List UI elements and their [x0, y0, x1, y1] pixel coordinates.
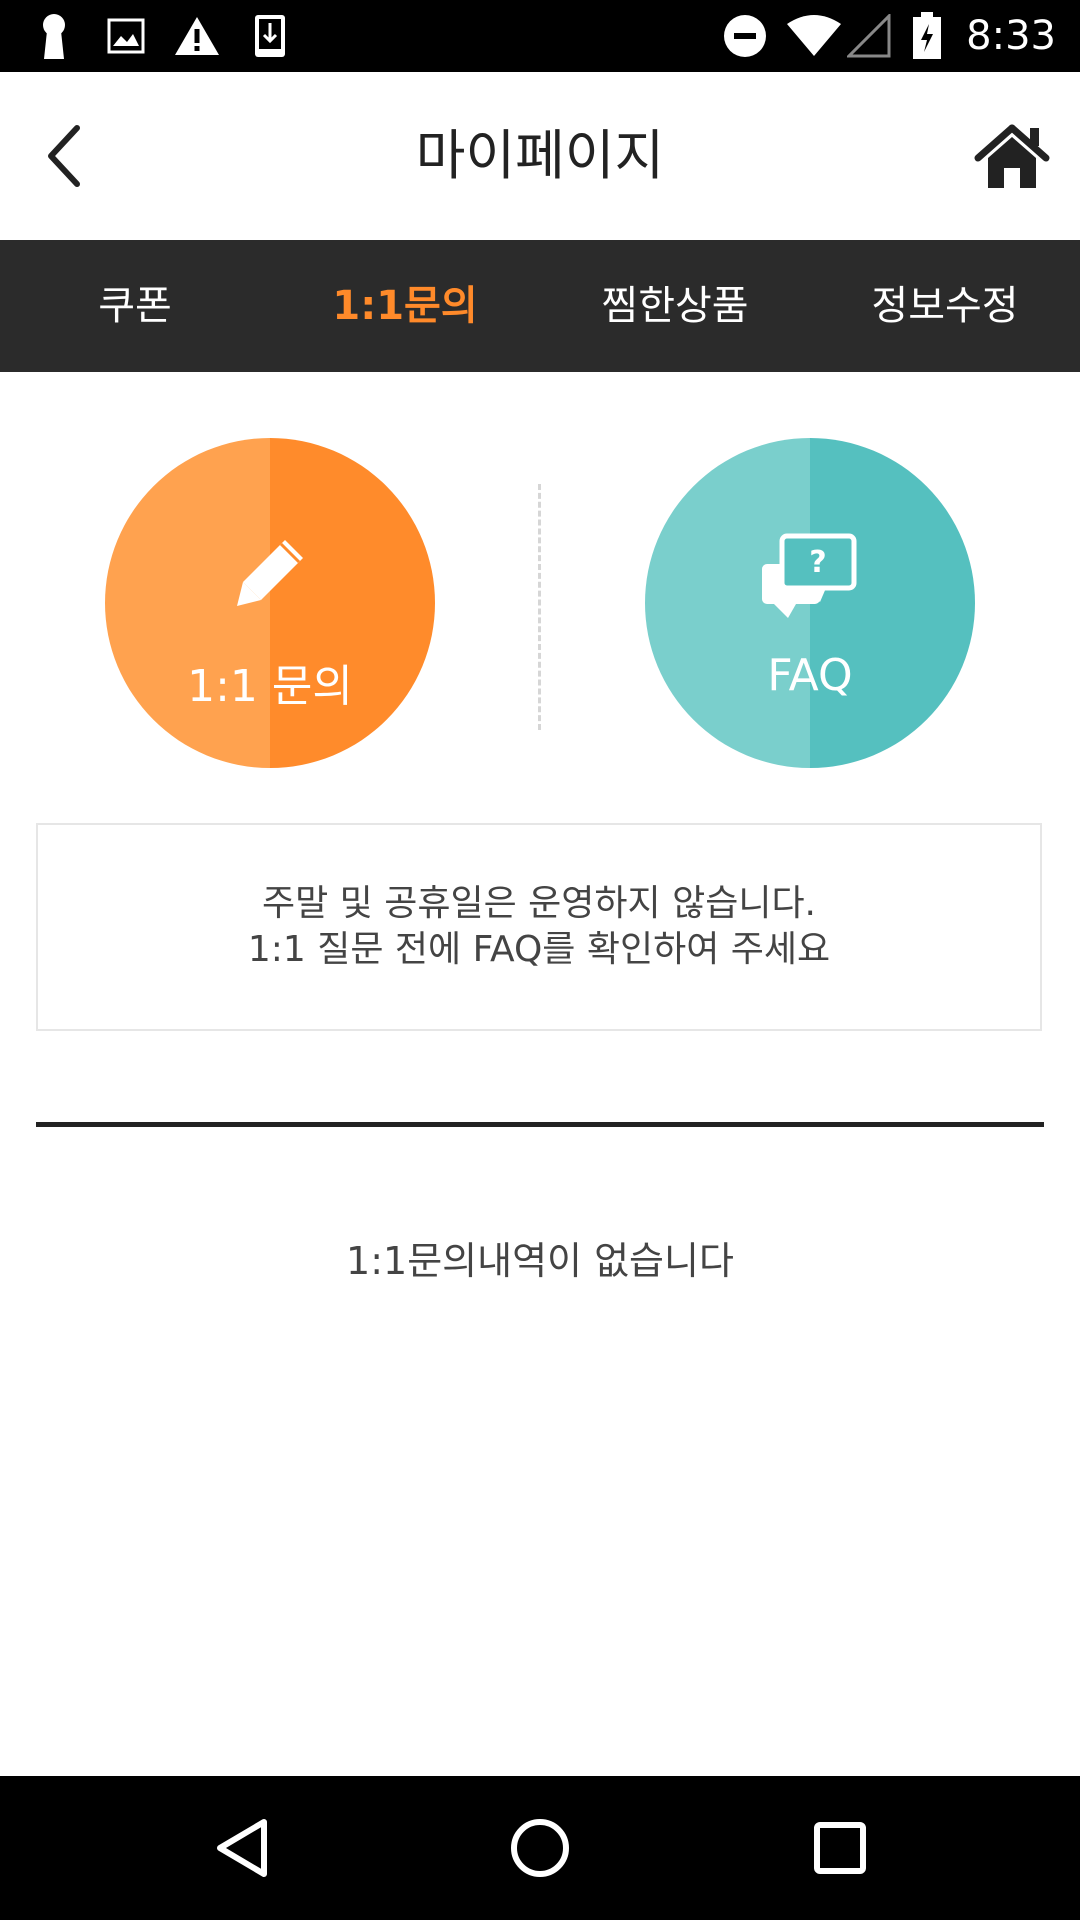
nav-home-icon [511, 1819, 569, 1877]
nav-recents-icon [814, 1822, 866, 1874]
notice-line-1: 주말 및 공휴일은 운영하지 않습니다. [261, 883, 817, 924]
back-button[interactable] [30, 116, 100, 196]
status-time: 8:33 [966, 13, 1056, 59]
notice-box: 주말 및 공휴일은 운영하지 않습니다. 1:1 질문 전에 FAQ를 확인하여… [36, 823, 1042, 1031]
faq-label: FAQ [767, 650, 853, 701]
pencil-icon [105, 536, 435, 610]
navigation-bar [0, 1776, 1080, 1920]
do-not-disturb-icon [722, 12, 768, 60]
notice-line-2: 1:1 질문 전에 FAQ를 확인하여 주세요 [247, 929, 831, 970]
empty-message: 1:1문의내역이 없습니다 [346, 1239, 734, 1283]
download-icon [250, 12, 290, 60]
tab-edit-info[interactable]: 정보수정 [810, 240, 1080, 372]
inquiry-button[interactable]: 1:1 문의 [105, 438, 435, 768]
inquiry-label: 1:1 문의 [187, 661, 353, 712]
tab-bar: 쿠폰 1:1문의 찜한상품 정보수정 [0, 240, 1080, 372]
warning-icon [172, 12, 222, 60]
image-icon [106, 12, 146, 60]
status-bar: 8:33 [0, 0, 1080, 72]
divider [538, 484, 541, 730]
list-divider [36, 1122, 1044, 1127]
faq-button[interactable]: ? FAQ [645, 438, 975, 768]
chevron-left-icon [48, 125, 80, 187]
page-title: 마이페이지 [415, 124, 665, 187]
nav-home-button[interactable] [500, 1808, 580, 1888]
wifi-icon [784, 12, 844, 60]
tab-inquiry[interactable]: 1:1문의 [270, 240, 540, 372]
home-icon [974, 124, 1050, 188]
app-header: 마이페이지 [0, 72, 1080, 240]
keyhole-icon [34, 12, 74, 60]
nav-back-icon [217, 1819, 267, 1877]
chat-question-icon: ? [645, 532, 975, 622]
battery-charging-icon [910, 12, 944, 60]
svg-text:?: ? [809, 545, 826, 580]
tab-wishlist[interactable]: 찜한상품 [540, 240, 810, 372]
nav-back-button[interactable] [202, 1808, 282, 1888]
tab-coupon[interactable]: 쿠폰 [0, 240, 270, 372]
nav-recents-button[interactable] [800, 1808, 880, 1888]
signal-icon [846, 12, 892, 60]
home-button[interactable] [970, 116, 1054, 196]
